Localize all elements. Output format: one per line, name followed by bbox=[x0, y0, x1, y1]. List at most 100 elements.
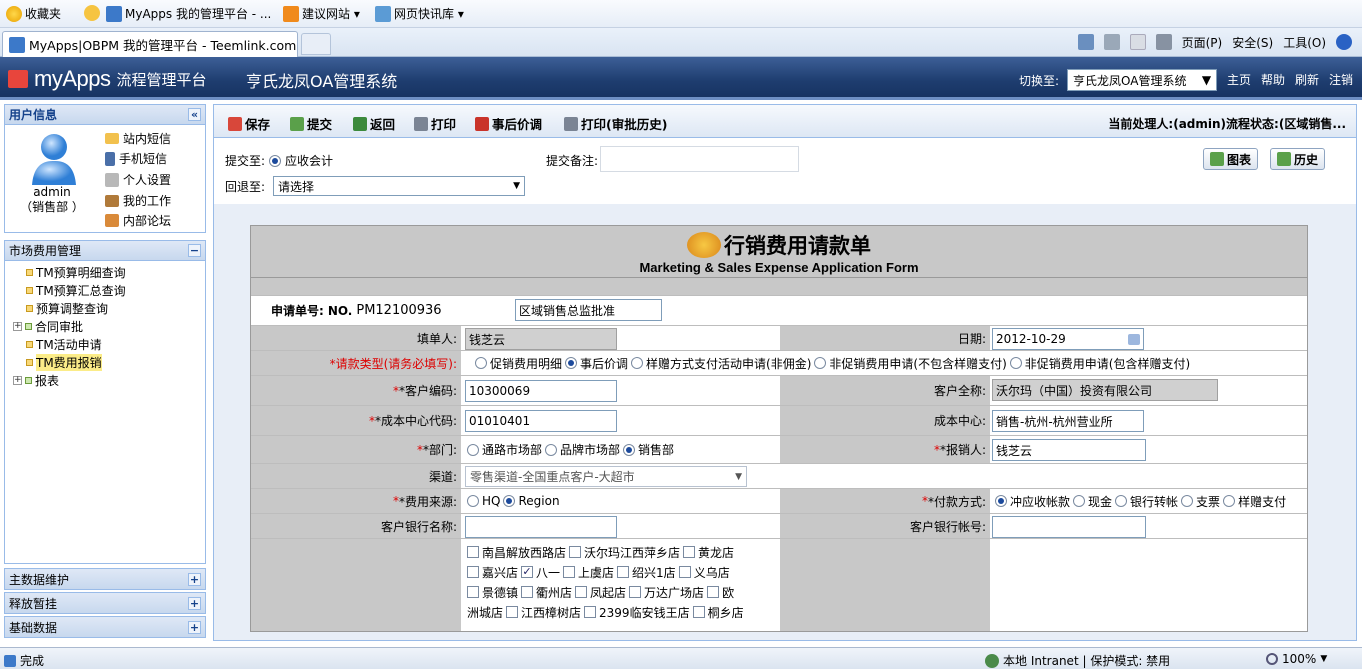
store-checkbox[interactable] bbox=[617, 566, 630, 578]
chart-button[interactable]: 图表 bbox=[1203, 148, 1259, 170]
menu-item[interactable]: + 合同审批 bbox=[5, 317, 205, 335]
payment-radio[interactable] bbox=[1073, 495, 1086, 507]
browser-tab-active[interactable]: MyApps|OBPM 我的管理平台 - Teemlink.com bbox=[2, 31, 298, 57]
post-price-button[interactable]: 事后价调 bbox=[475, 114, 542, 133]
stage-field[interactable]: 区域销售总监批准 bbox=[515, 299, 662, 321]
submit-button[interactable]: 提交 bbox=[290, 114, 332, 133]
bank-name-field[interactable] bbox=[465, 516, 617, 538]
store-checkbox[interactable] bbox=[584, 606, 597, 618]
expand-icon[interactable]: + bbox=[188, 596, 201, 610]
menu-item[interactable]: 预算调整查询 bbox=[5, 299, 205, 317]
store-checkbox-checked[interactable]: ✓ bbox=[521, 566, 534, 578]
department-radio[interactable] bbox=[467, 443, 479, 456]
menu-item[interactable]: TM预算汇总查询 bbox=[5, 281, 205, 299]
store-checkbox[interactable] bbox=[629, 586, 642, 598]
remark-input[interactable] bbox=[600, 146, 799, 172]
page-menu[interactable]: 页面(P) bbox=[1182, 34, 1223, 51]
home-link[interactable]: 主页 bbox=[1227, 71, 1251, 88]
settings-link[interactable]: 个人设置 bbox=[105, 171, 171, 188]
payment-radio[interactable] bbox=[1115, 495, 1128, 507]
tools-menu[interactable]: 工具(O) bbox=[1283, 34, 1326, 51]
department-radio[interactable] bbox=[545, 443, 558, 456]
store-checkbox[interactable] bbox=[467, 546, 479, 558]
cost-center-code-field[interactable]: 01010401 bbox=[465, 410, 617, 432]
menu-item[interactable]: TM预算明细查询 bbox=[5, 263, 205, 281]
menu-item[interactable]: TM活动申请 bbox=[5, 335, 205, 353]
print-history-button[interactable]: 打印(审批历史) bbox=[564, 114, 667, 133]
bank-account-field[interactable] bbox=[992, 516, 1146, 538]
store-checkbox[interactable] bbox=[692, 606, 705, 618]
payment-radio[interactable] bbox=[1181, 495, 1194, 507]
leaf-icon bbox=[26, 340, 33, 348]
payment-radio[interactable] bbox=[1223, 495, 1236, 507]
my-work-link[interactable]: 我的工作 bbox=[105, 192, 171, 209]
zoom-control[interactable]: 100% ▼ bbox=[1266, 652, 1327, 666]
add-favorite-icon[interactable] bbox=[84, 5, 100, 21]
expand-icon[interactable]: + bbox=[13, 375, 22, 385]
fold-master-data[interactable]: 主数据维护 + bbox=[4, 568, 206, 590]
print-button[interactable]: 打印 bbox=[414, 114, 456, 133]
logout-link[interactable]: 注销 bbox=[1329, 71, 1353, 88]
channel-select[interactable]: 零售渠道-全国重点客户-大超市 ▼ bbox=[465, 466, 747, 487]
expand-icon[interactable]: + bbox=[188, 572, 201, 586]
submit-to-radio[interactable] bbox=[269, 154, 282, 167]
fold-release-hold[interactable]: 释放暂挂 + bbox=[4, 592, 206, 614]
type-radio[interactable] bbox=[631, 357, 644, 369]
fav-item-suggested-sites[interactable]: 建议网站 ▾ bbox=[283, 5, 360, 22]
collapse-icon[interactable]: − bbox=[188, 244, 201, 257]
store-checkbox[interactable] bbox=[521, 586, 534, 598]
menu-item-selected[interactable]: TM费用报销 bbox=[5, 353, 205, 371]
home-icon[interactable] bbox=[1077, 34, 1094, 50]
type-radio[interactable] bbox=[814, 357, 827, 369]
expand-icon[interactable]: + bbox=[188, 620, 201, 634]
history-button[interactable]: 历史 bbox=[1270, 148, 1326, 170]
store-checkbox[interactable] bbox=[569, 546, 582, 558]
feeds-icon[interactable] bbox=[1103, 34, 1120, 50]
fold-base-data[interactable]: 基础数据 + bbox=[4, 616, 206, 638]
safety-menu[interactable]: 安全(S) bbox=[1232, 34, 1273, 51]
type-radio[interactable] bbox=[475, 357, 487, 369]
store-checkbox[interactable] bbox=[707, 586, 720, 598]
type-radio[interactable] bbox=[1009, 357, 1022, 369]
print-icon[interactable] bbox=[1155, 34, 1172, 50]
source-radio[interactable] bbox=[467, 495, 479, 507]
payment-radio[interactable] bbox=[995, 495, 1007, 507]
expand-icon[interactable]: + bbox=[13, 321, 22, 331]
customer-code-field[interactable]: 10300069 bbox=[465, 380, 617, 402]
mail-icon[interactable] bbox=[1129, 34, 1146, 50]
collapse-icon[interactable]: « bbox=[188, 108, 201, 121]
store-checkbox[interactable] bbox=[678, 566, 691, 578]
help-link[interactable]: 帮助 bbox=[1261, 71, 1285, 88]
leaf-icon bbox=[26, 268, 33, 276]
system-switch-select[interactable]: 亨氏龙凤OA管理系统 ▼ bbox=[1067, 69, 1218, 91]
menu-item[interactable]: + 报表 bbox=[5, 371, 205, 389]
save-button[interactable]: 保存 bbox=[228, 114, 270, 133]
return-to-select[interactable]: 请选择 ▼ bbox=[273, 176, 526, 196]
store-checkbox[interactable] bbox=[467, 586, 479, 598]
cost-center-field[interactable]: 销售-杭州-杭州营业所 bbox=[992, 410, 1144, 432]
source-radio[interactable] bbox=[503, 495, 516, 507]
refresh-link[interactable]: 刷新 bbox=[1295, 71, 1319, 88]
sms-link[interactable]: 手机短信 bbox=[105, 150, 167, 167]
form-row-bank: 客户银行名称: 客户银行帐号: bbox=[251, 514, 1307, 539]
store-checkbox[interactable] bbox=[563, 566, 576, 578]
fav-item-myapps[interactable]: MyApps 我的管理平台 - ... bbox=[106, 5, 271, 22]
store-checkbox[interactable] bbox=[467, 566, 479, 578]
date-field[interactable]: 2012-10-29 bbox=[992, 328, 1144, 350]
new-tab-button[interactable] bbox=[301, 33, 331, 55]
favorites-button[interactable]: 收藏夹 bbox=[6, 5, 61, 22]
department-radio[interactable] bbox=[623, 443, 636, 456]
help-icon[interactable] bbox=[1336, 34, 1352, 50]
header-links: 主页 帮助 刷新 注销 bbox=[1227, 71, 1353, 88]
forum-link[interactable]: 内部论坛 bbox=[105, 212, 171, 229]
back-button[interactable]: 返回 bbox=[353, 114, 395, 133]
type-radio[interactable] bbox=[565, 357, 578, 369]
store-checkbox[interactable] bbox=[575, 586, 588, 598]
store-checkbox[interactable] bbox=[683, 546, 696, 558]
fav-item-web-slice[interactable]: 网页快讯库 ▾ bbox=[375, 5, 464, 22]
reporter-field[interactable]: 钱芝云 bbox=[992, 439, 1146, 461]
store-checkbox[interactable] bbox=[506, 606, 519, 618]
calendar-icon[interactable] bbox=[1128, 333, 1140, 345]
security-zone[interactable]: 本地 Intranet | 保护模式: 禁用 bbox=[985, 652, 1170, 669]
inbox-link[interactable]: 站内短信 bbox=[105, 130, 171, 147]
